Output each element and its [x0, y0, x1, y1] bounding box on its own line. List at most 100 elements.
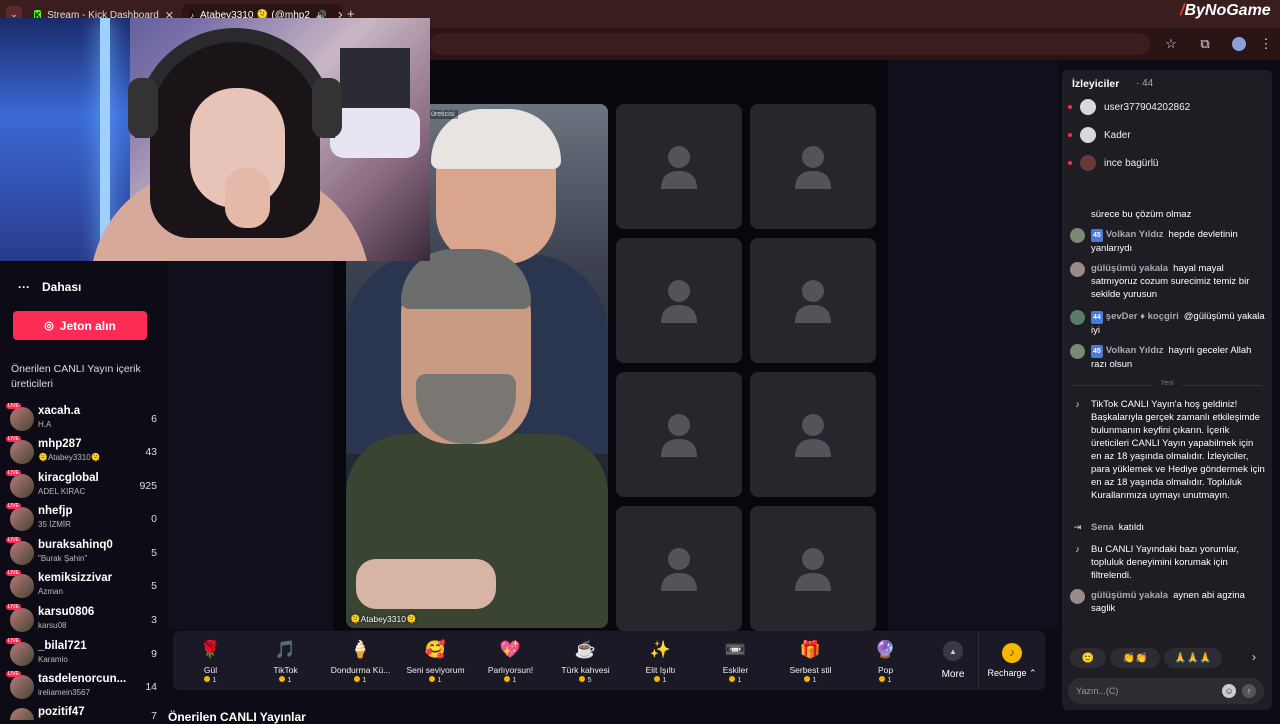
- creator-subtitle: Karamio: [38, 655, 68, 664]
- username[interactable]: şevDer ♦ koçgiri: [1106, 311, 1179, 322]
- brand-text: ByNoGame: [1184, 2, 1271, 19]
- more-gifts-label: More: [941, 669, 965, 680]
- sidebar-item-more[interactable]: ··· Dahası: [18, 277, 81, 297]
- viewer-item[interactable]: user377904202862: [1068, 95, 1190, 119]
- quick-reaction[interactable]: 🙂: [1070, 648, 1106, 668]
- suggested-creator[interactable]: LIVE karsu0806 karsu08 3: [6, 604, 163, 636]
- username[interactable]: gülüşümü yakala: [1091, 590, 1168, 601]
- suggested-creator[interactable]: LIVE kiracglobal ADEL KIRAC 925: [6, 470, 163, 502]
- viewer-name: ince bagürlü: [1104, 157, 1159, 169]
- viewer-item[interactable]: Kader: [1068, 123, 1131, 147]
- creator-name: mhp287: [38, 438, 82, 450]
- avatar: [10, 474, 34, 498]
- username[interactable]: gülüşümü yakala: [1091, 263, 1168, 274]
- avatar: [10, 407, 34, 431]
- viewer-count: 3: [151, 614, 157, 626]
- coin-icon: [804, 676, 811, 682]
- gift-icon: 🌹: [199, 639, 222, 659]
- gift-item[interactable]: 💖 Parlıyorsun! 1: [473, 631, 548, 690]
- coin-icon: ♪: [1002, 642, 1022, 663]
- system-message: ♪ Bu CANLI Yayındaki bazı yorumlar, toplu…: [1070, 543, 1266, 582]
- gift-price: 1: [437, 674, 442, 684]
- join-message: ⇥ Sena katıldı: [1070, 521, 1266, 534]
- guest-slot[interactable]: [616, 506, 742, 631]
- guest-slot[interactable]: [616, 104, 742, 229]
- url-field[interactable]: [430, 33, 1150, 55]
- extensions-icon[interactable]: ⧉: [1194, 34, 1216, 54]
- creator-subtitle: karsu08: [38, 621, 67, 630]
- live-badge: LIVE: [6, 470, 21, 476]
- guest-slot[interactable]: [616, 372, 742, 497]
- webcam-person-hands: [225, 168, 270, 228]
- quick-reaction[interactable]: 👏👏: [1110, 648, 1160, 668]
- gift-item[interactable]: ✨ Elit Işıltı 1: [623, 631, 698, 690]
- guest-slot[interactable]: [616, 238, 742, 363]
- suggested-creator[interactable]: LIVE _bilal721 Karamio 9: [6, 638, 163, 670]
- live-badge: LIVE: [6, 604, 21, 610]
- username[interactable]: Sena: [1091, 522, 1114, 533]
- creator-name: kemiksizzivar: [38, 572, 113, 584]
- avatar: [1070, 310, 1085, 325]
- viewer-count: 5: [151, 580, 157, 592]
- guest-slot[interactable]: [750, 238, 876, 363]
- suggested-creator[interactable]: pozitif47 7: [8, 706, 163, 720]
- gift-price: 1: [887, 674, 892, 684]
- username[interactable]: Volkan Yıldız: [1106, 229, 1164, 240]
- gift-icon: 💖: [499, 639, 522, 659]
- chat-input[interactable]: Yazın...(C) ☺ ↑: [1068, 678, 1264, 704]
- gift-icon: 🔮: [874, 639, 897, 659]
- gift-item[interactable]: 🔮 Pop 1: [848, 631, 923, 690]
- gift-item[interactable]: 🍦 Dondurma Kü... 1: [323, 631, 398, 690]
- gift-item[interactable]: 🥰 Seni seviyorum 1: [398, 631, 473, 690]
- quick-reaction[interactable]: 🙏🙏🙏: [1164, 648, 1222, 668]
- gift-name: Eskiler: [722, 664, 749, 675]
- bookmark-star-icon[interactable]: ☆: [1160, 34, 1182, 54]
- live-badge: LIVE: [6, 503, 21, 509]
- guest-slot[interactable]: [750, 104, 876, 229]
- suggested-creator[interactable]: LIVE mhp287 🫠Atabey3310🫠 43: [6, 436, 163, 468]
- more-gifts-button[interactable]: ▲ More: [933, 631, 973, 690]
- gift-item[interactable]: 🎵 TikTok 1: [248, 631, 323, 690]
- profile-avatar[interactable]: [1228, 34, 1250, 54]
- creator-name: _bilal721: [38, 640, 87, 652]
- gift-name: Türk kahvesi: [561, 664, 610, 675]
- host-name: 🫠Atabey3310🫠: [350, 614, 417, 624]
- suggested-creator[interactable]: LIVE kemiksizzivar Azman 5: [6, 570, 163, 602]
- person-placeholder-icon: [661, 413, 697, 457]
- tiktok-icon: ♪: [1075, 544, 1080, 554]
- gift-item[interactable]: 📼 Eskiler 1: [698, 631, 773, 690]
- avatar: [10, 675, 34, 699]
- gift-price: 1: [212, 674, 217, 684]
- chevron-right-icon[interactable]: ›: [1252, 650, 1256, 664]
- gift-item[interactable]: 🌹 Gül 1: [173, 631, 248, 690]
- avatar: [10, 507, 34, 531]
- gift-item[interactable]: 🎁 Serbest stil 1: [773, 631, 848, 690]
- gift-item[interactable]: ☕ Türk kahvesi 5: [548, 631, 623, 690]
- browser-menu-icon[interactable]: ⋮: [1255, 34, 1277, 54]
- suggested-creator[interactable]: LIVE xacah.a H.A 6: [6, 403, 163, 435]
- suggested-creator[interactable]: LIVE nhefjp 35 İZMİR 0: [6, 503, 163, 535]
- recharge-button[interactable]: ♪ Recharge ⌃: [978, 631, 1045, 690]
- avatar: [10, 608, 34, 632]
- recharge-label: Recharge ⌃: [987, 667, 1037, 678]
- creator-name: karsu0806: [38, 606, 95, 618]
- viewer-count: 0: [151, 513, 157, 525]
- chat-panel: İzleyiciler · 44 ⓘ user377904202862 Kade…: [1062, 70, 1272, 710]
- get-coins-button[interactable]: ◎ Jeton alın: [13, 311, 147, 340]
- send-icon[interactable]: ↑: [1242, 684, 1256, 698]
- chat-message: gülüşümü yakala aynen abi agzina saglik: [1070, 589, 1266, 615]
- headset-cup-right: [312, 78, 342, 138]
- live-badge: LIVE: [6, 537, 21, 543]
- emoji-icon[interactable]: ☺: [1222, 684, 1236, 698]
- level-badge: 45: [1091, 229, 1103, 242]
- get-coins-label: Jeton alın: [59, 318, 116, 333]
- suggested-creator[interactable]: LIVE buraksahinq0 "Burak Şahin" 5: [6, 537, 163, 569]
- username[interactable]: Volkan Yıldız: [1106, 345, 1164, 356]
- guest-slot[interactable]: [750, 372, 876, 497]
- suggested-creator[interactable]: LIVE tasdelenorcun... ireliamein3567 14: [6, 671, 163, 703]
- live-badge: LIVE: [6, 638, 21, 644]
- viewer-item[interactable]: ince bagürlü: [1068, 151, 1158, 175]
- level-badge: 44: [1091, 311, 1103, 324]
- guest-slot[interactable]: [750, 506, 876, 631]
- rank-dot: [1068, 133, 1072, 137]
